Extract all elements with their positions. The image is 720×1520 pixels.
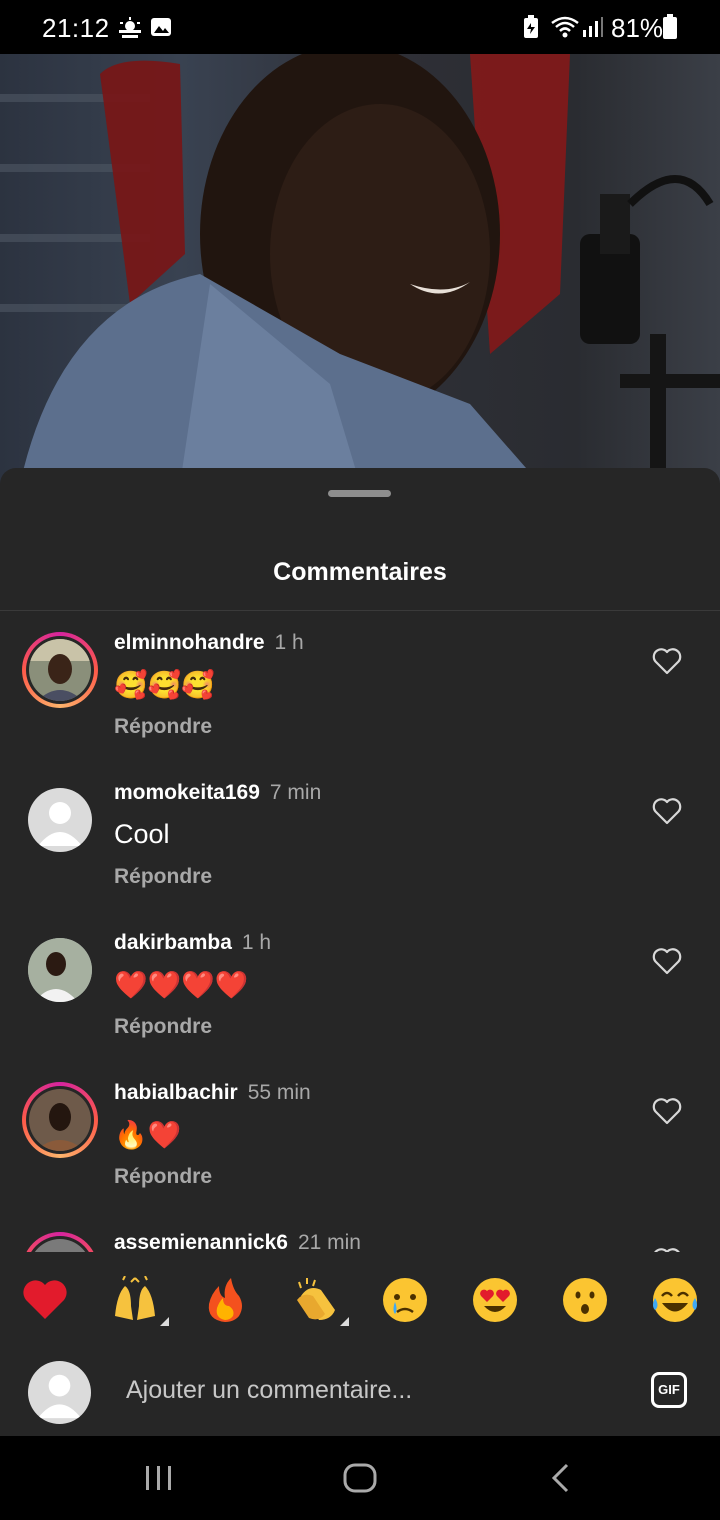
gif-button[interactable]: GIF [651, 1372, 687, 1408]
comment-text: 🔥❤️ [114, 1120, 182, 1150]
heart-icon[interactable] [652, 947, 682, 975]
weather-icon [119, 17, 141, 38]
comment-input[interactable]: Ajouter un commentaire... [126, 1376, 412, 1405]
comment-composer: Ajouter un commentaire... GIF [0, 1348, 720, 1436]
back-icon[interactable] [548, 1462, 572, 1494]
avatar[interactable] [22, 1082, 98, 1158]
gallery-icon [151, 18, 171, 36]
system-nav-bar [0, 1436, 720, 1520]
reply-button[interactable]: Répondre [114, 865, 212, 889]
comment-username[interactable]: assemienannick6 21 min [114, 1231, 361, 1253]
comment-username[interactable]: dakirbamba 1 h [114, 931, 271, 955]
comment-time: 1 h [274, 631, 304, 654]
heart-icon[interactable] [652, 647, 682, 675]
avatar-photo [29, 639, 91, 701]
recent-apps-icon[interactable] [143, 1464, 175, 1492]
heart-eyes-face-icon[interactable] [471, 1276, 519, 1324]
home-icon[interactable] [342, 1462, 378, 1494]
data-saver-icon [524, 15, 538, 38]
comment-time: 55 min [247, 1081, 311, 1104]
reply-button[interactable]: Répondre [114, 1015, 212, 1039]
video-frame-image [0, 54, 720, 484]
fire-emoji-icon[interactable] [201, 1276, 249, 1324]
comment-item: dakirbamba 1 h ❤️❤️❤️❤️ Répondre [0, 911, 720, 1061]
clapping-hands-icon [297, 1278, 335, 1320]
comment-time: 1 h [241, 931, 272, 954]
surprised-face-icon[interactable] [561, 1276, 609, 1324]
reply-button[interactable]: Répondre [114, 715, 212, 739]
quick-reaction-bar [0, 1252, 720, 1348]
raising-hands-icon [115, 1275, 155, 1320]
signal-icon [583, 17, 603, 37]
default-avatar-icon [38, 802, 82, 846]
battery-percent: 81% [611, 13, 664, 43]
comment-time: 7 min [269, 781, 322, 804]
comment-text: 🥰🥰🥰 [114, 670, 215, 700]
avatar[interactable] [28, 788, 92, 852]
battery-icon [663, 14, 677, 39]
heart-icon[interactable] [652, 797, 682, 825]
comment-item: assemienannick6 21 min [0, 1211, 720, 1253]
comment-item: momokeita169 7 min Cool Répondre [0, 761, 720, 911]
drag-handle[interactable] [328, 490, 391, 497]
comment-item: elminnohandre 1 h 🥰🥰🥰 Répondre [0, 611, 720, 761]
tears-of-joy-face-icon[interactable] [651, 1276, 699, 1324]
avatar[interactable] [28, 938, 92, 1002]
comment-list[interactable]: elminnohandre 1 h 🥰🥰🥰 Répondre momokeita1… [0, 611, 720, 1253]
avatar [28, 1361, 91, 1424]
avatar[interactable] [22, 632, 98, 708]
comment-time: 21 min [297, 1231, 361, 1253]
status-bar: 21:12 81% [0, 0, 720, 54]
heart-icon[interactable] [652, 1097, 682, 1125]
comment-username[interactable]: elminnohandre 1 h [114, 631, 304, 655]
comment-text: ❤️❤️❤️❤️ [114, 970, 249, 1000]
comment-username[interactable]: momokeita169 7 min [114, 781, 321, 805]
status-time: 21:12 [42, 13, 110, 43]
crying-face-icon[interactable] [381, 1276, 429, 1324]
avatar-photo [28, 938, 92, 1002]
comment-username[interactable]: habialbachir 55 min [114, 1081, 311, 1105]
heart-emoji-icon[interactable] [21, 1276, 69, 1324]
comment-text: Cool [114, 819, 170, 849]
reply-button[interactable]: Répondre [114, 1165, 212, 1189]
clapping-hands-emoji[interactable] [291, 1276, 349, 1326]
sheet-title: Commentaires [273, 558, 447, 586]
avatar-photo [29, 1089, 91, 1151]
default-avatar-icon [37, 1374, 82, 1419]
video-background[interactable] [0, 54, 720, 484]
raising-hands-emoji[interactable] [111, 1275, 169, 1326]
comment-item: habialbachir 55 min 🔥❤️ Répondre [0, 1061, 720, 1211]
wifi-icon [551, 16, 579, 38]
avatar[interactable] [22, 1232, 98, 1253]
